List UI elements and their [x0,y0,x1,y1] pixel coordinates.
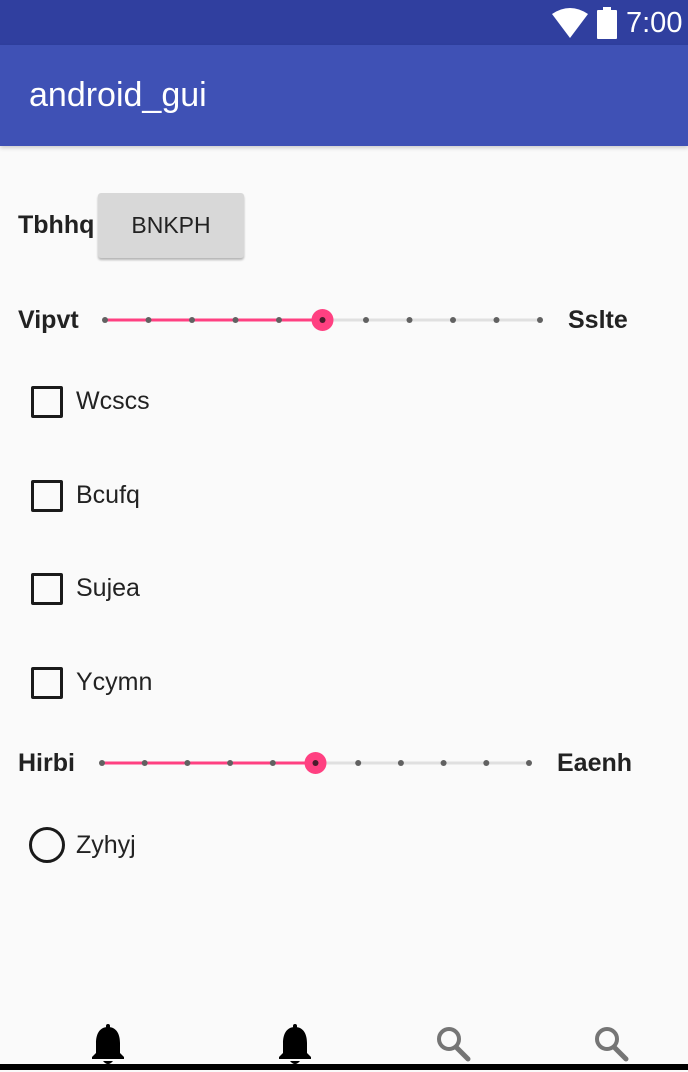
slider2-left-label: Hirbi [18,749,75,777]
app-bar: android_gui [0,45,688,146]
radio-zyhyj[interactable] [29,827,65,863]
seekbar-tick [526,760,532,766]
seekbar-tick [102,317,108,323]
checkbox-box [31,386,63,418]
nav-item-search-2[interactable] [592,1023,632,1067]
slider1-left-label: Vipvt [18,306,79,334]
checkbox-sujea[interactable] [31,573,63,605]
search-icon [437,1027,471,1062]
slider1-right-label: Sslte [568,306,628,334]
seekbar-tick [276,317,282,323]
seekbar-tick [440,760,447,766]
checkbox-ycymn[interactable] [31,667,63,699]
slider2-seekbar[interactable] [96,748,544,778]
bell-icon [279,1024,311,1064]
search-icon [595,1027,629,1062]
radio-ring [29,827,65,863]
seekbar-tick [355,760,362,766]
seekbar-tick [406,317,413,323]
checkbox-box [31,480,63,512]
seekbar-tick [483,760,490,766]
bnkph-button[interactable]: BNKPH [98,193,244,258]
checkbox-box [31,573,63,605]
seekbar-tick [189,317,195,323]
checkbox-label-sujea: Sujea [76,574,140,602]
status-time: 7:00 [626,7,683,39]
seekbar-tick [493,317,500,323]
seekbar-tick [537,317,543,323]
seekbar-tick [363,317,369,323]
checkbox-label-ycymn: Ycymn [76,668,153,696]
seekbar-tick [232,317,239,323]
app-title: android_gui [29,76,207,114]
seekbar-thumb-dot [319,317,326,323]
nav-item-search-1[interactable] [434,1023,474,1067]
battery-icon [597,7,617,39]
radio-label-zyhyj: Zyhyj [76,831,136,859]
status-bar: 7:00 [0,0,688,45]
slider1-seekbar[interactable] [96,305,556,335]
seekbar-tick [227,760,234,766]
nav-item-bell-2[interactable] [275,1023,315,1067]
checkbox-box [31,667,63,699]
nav-item-bell-1[interactable] [88,1023,128,1067]
checkbox-wcscs[interactable] [31,386,63,418]
checkbox-bcufq[interactable] [31,480,63,512]
seekbar-tick [145,317,152,323]
seekbar-tick [141,760,148,766]
seekbar-tick [99,760,105,766]
bottom-edge [0,1064,688,1070]
seekbar-tick [184,760,191,766]
slider2-right-label: Eaenh [557,749,633,777]
seekbar-thumb-dot [312,760,319,766]
row1-label: Tbhhq [18,211,95,239]
checkbox-label-bcufq: Bcufq [76,481,140,509]
wifi-icon [552,8,588,38]
bell-icon [92,1024,124,1064]
seekbar-tick [450,317,456,323]
bottom-navigation [0,1015,688,1070]
seekbar-tick [397,760,404,766]
checkbox-label-wcscs: Wcscs [76,387,150,415]
seekbar-tick [269,760,276,766]
